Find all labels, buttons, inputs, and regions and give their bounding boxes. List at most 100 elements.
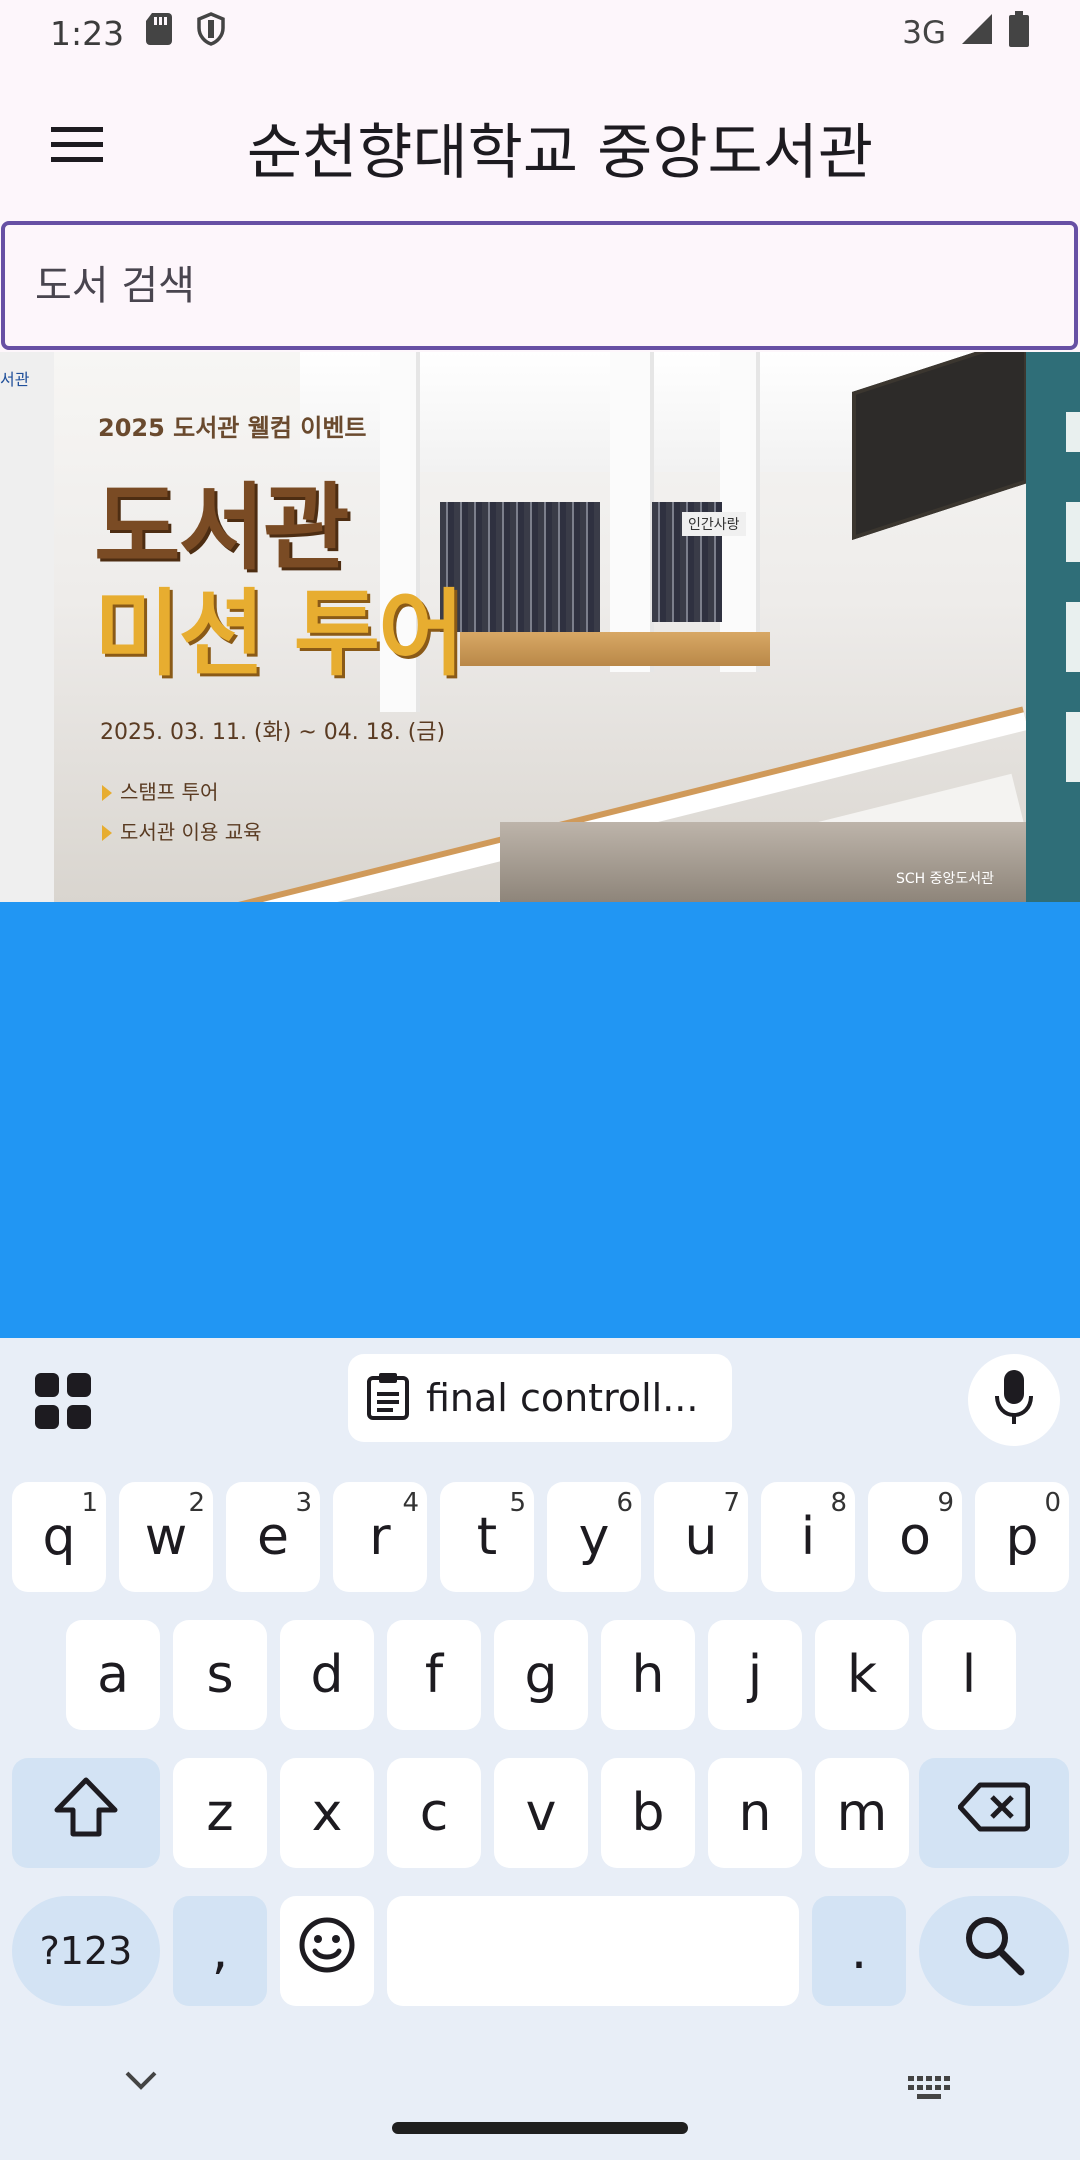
banner-next-slide[interactable]	[1026, 352, 1080, 902]
key-label: a	[97, 1645, 129, 1705]
key-t[interactable]: t5	[440, 1482, 534, 1592]
banner-subtitle: 2025 도서관 웰컴 이벤트	[98, 414, 367, 442]
emoji-icon	[299, 1917, 355, 1986]
key-label: s	[206, 1645, 234, 1705]
key-m[interactable]: m	[815, 1758, 909, 1868]
key-k[interactable]: k	[815, 1620, 909, 1730]
apps-button[interactable]	[30, 1370, 96, 1436]
key-label: p	[1005, 1507, 1039, 1567]
key-v[interactable]: v	[494, 1758, 588, 1868]
gesture-nav-handle[interactable]	[392, 2122, 688, 2134]
status-left: 1:23	[50, 11, 226, 55]
key-label: b	[631, 1783, 665, 1843]
key-z[interactable]: z	[173, 1758, 267, 1868]
key-label: v	[525, 1783, 557, 1843]
key-r[interactable]: r4	[333, 1482, 427, 1592]
key-s[interactable]: s	[173, 1620, 267, 1730]
banner-railing	[460, 632, 770, 666]
key-d[interactable]: d	[280, 1620, 374, 1730]
key-hint: 7	[723, 1488, 740, 1518]
key-label: y	[578, 1507, 610, 1567]
key-hint: 0	[1044, 1488, 1061, 1518]
search-input[interactable]	[35, 262, 1074, 309]
key-hint: 8	[830, 1488, 847, 1518]
keyboard-toolbar: final controll...	[0, 1338, 1080, 1458]
key-q[interactable]: q1	[12, 1482, 106, 1592]
key-b[interactable]: b	[601, 1758, 695, 1868]
status-bar: 1:23 3G	[0, 0, 1080, 66]
backspace-icon	[957, 1781, 1031, 1846]
key-label: m	[836, 1783, 888, 1843]
period-key[interactable]: .	[812, 1896, 906, 2006]
soft-keyboard: final controll... q1 w2 e3 r4 t5 y6 u7 i…	[0, 1338, 1080, 2160]
voice-input-button[interactable]	[968, 1354, 1060, 1446]
clipboard-suggestion[interactable]: final controll...	[348, 1354, 732, 1442]
banner-next-mark	[1066, 602, 1080, 672]
key-hint: 4	[402, 1488, 419, 1518]
key-label: c	[419, 1783, 449, 1843]
key-hint: 9	[937, 1488, 954, 1518]
key-e[interactable]: e3	[226, 1482, 320, 1592]
key-p[interactable]: p0	[975, 1482, 1069, 1592]
space-key[interactable]	[387, 1896, 799, 2006]
symbols-key[interactable]: ?123	[12, 1896, 160, 2006]
page-title: 순천향대학교 중앙도서관	[246, 118, 874, 188]
key-a[interactable]: a	[66, 1620, 160, 1730]
key-label: i	[800, 1507, 816, 1567]
key-label: e	[257, 1507, 289, 1567]
banner-prev-slide[interactable]: 서관	[0, 352, 54, 902]
key-label: j	[747, 1645, 763, 1705]
banner-slide[interactable]: 2025 도서관 웰컴 이벤트 도서관 미션 투어 2025. 03. 11. …	[0, 352, 1041, 902]
key-i[interactable]: i8	[761, 1482, 855, 1592]
key-hint: 2	[188, 1488, 205, 1518]
network-type: 3G	[902, 15, 946, 51]
key-u[interactable]: u7	[654, 1482, 748, 1592]
banner-prev-text: 서관	[0, 370, 30, 389]
banner-next-mark	[1066, 712, 1080, 782]
key-l[interactable]: l	[922, 1620, 1016, 1730]
search-field[interactable]	[1, 221, 1078, 350]
banner-logo: SCH 중앙도서관	[896, 871, 995, 887]
signal-icon	[960, 12, 994, 55]
battery-icon	[1008, 10, 1030, 56]
key-x[interactable]: x	[280, 1758, 374, 1868]
keyboard-switch-icon	[908, 2076, 952, 2108]
banner-carousel[interactable]: 2025 도서관 웰컴 이벤트 도서관 미션 투어 2025. 03. 11. …	[0, 352, 1080, 902]
hide-keyboard-button[interactable]	[124, 2070, 158, 2097]
key-label: u	[684, 1507, 718, 1567]
key-o[interactable]: o9	[868, 1482, 962, 1592]
key-label: n	[738, 1783, 772, 1843]
key-g[interactable]: g	[494, 1620, 588, 1730]
keyboard-switch-button[interactable]	[908, 2076, 952, 2109]
key-label: h	[631, 1645, 665, 1705]
banner-date: 2025. 03. 11. (화) ~ 04. 18. (금)	[100, 720, 446, 745]
key-h[interactable]: h	[601, 1620, 695, 1730]
shield-icon	[196, 11, 226, 55]
emoji-key[interactable]	[280, 1896, 374, 2006]
content-area	[0, 902, 1080, 1338]
key-w[interactable]: w2	[119, 1482, 213, 1592]
app-bar: 순천향대학교 중앙도서관	[0, 66, 1080, 221]
apps-grid-icon	[35, 1372, 91, 1434]
banner-next-mark	[1066, 412, 1080, 452]
shift-key[interactable]	[12, 1758, 160, 1868]
key-n[interactable]: n	[708, 1758, 802, 1868]
banner-item: 스탬프 투어	[102, 776, 218, 805]
sd-card-icon	[146, 12, 174, 54]
search-key[interactable]	[919, 1896, 1069, 2006]
clipboard-icon	[366, 1372, 410, 1425]
key-hint: 6	[616, 1488, 633, 1518]
key-j[interactable]: j	[708, 1620, 802, 1730]
key-hint: 5	[509, 1488, 526, 1518]
comma-key[interactable]: ,	[173, 1896, 267, 2006]
banner-pillar	[610, 352, 654, 672]
key-label: g	[524, 1645, 558, 1705]
key-label: f	[424, 1645, 444, 1705]
status-time: 1:23	[50, 13, 125, 53]
backspace-key[interactable]	[919, 1758, 1069, 1868]
banner-bookshelf	[440, 502, 600, 632]
key-c[interactable]: c	[387, 1758, 481, 1868]
key-f[interactable]: f	[387, 1620, 481, 1730]
key-hint: 1	[81, 1488, 98, 1518]
key-y[interactable]: y6	[547, 1482, 641, 1592]
